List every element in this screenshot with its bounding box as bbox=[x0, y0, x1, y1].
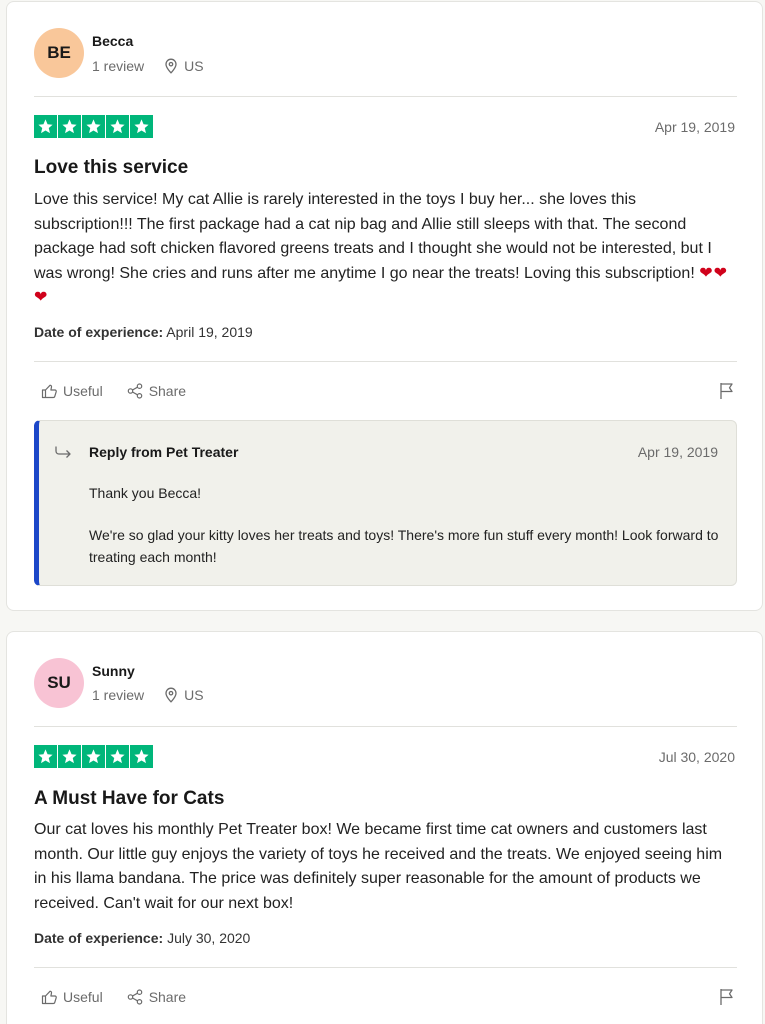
reviewer-location: US bbox=[184, 687, 204, 703]
reply-date: Apr 19, 2019 bbox=[637, 444, 718, 460]
divider bbox=[34, 967, 737, 968]
reviewer-meta: 1 review US bbox=[92, 687, 204, 703]
date-of-experience: Date of experience: July 30, 2020 bbox=[34, 930, 251, 946]
star-icon bbox=[130, 745, 153, 768]
review-title: A Must Have for Cats bbox=[34, 788, 225, 809]
star-icon bbox=[58, 745, 81, 768]
share-icon bbox=[127, 383, 142, 399]
star-icon bbox=[34, 115, 57, 138]
star-icon bbox=[58, 115, 81, 138]
reviewer-name[interactable]: Becca bbox=[92, 33, 133, 49]
reviewer-meta: 1 review US bbox=[92, 58, 204, 74]
divider bbox=[34, 726, 737, 727]
map-pin-icon bbox=[165, 58, 177, 74]
star-icon bbox=[82, 115, 105, 138]
reply-greeting: Thank you Becca! bbox=[89, 485, 202, 501]
review-date: Jul 30, 2020 bbox=[658, 749, 735, 765]
review-card: BE Becca 1 review US Apr 19, 2019 Love t… bbox=[6, 1, 763, 611]
date-of-experience: Date of experience: April 19, 2019 bbox=[34, 324, 253, 340]
share-button[interactable]: Share bbox=[127, 383, 186, 399]
review-card: SU Sunny 1 review US Jul 30, 2020 A Must… bbox=[6, 631, 763, 1024]
useful-button[interactable]: Useful bbox=[41, 383, 103, 399]
review-count: 1 review bbox=[92, 58, 145, 74]
reply-message: We're so glad your kitty loves her treat… bbox=[89, 527, 719, 565]
thumbs-up-icon bbox=[41, 384, 57, 399]
review-body: Our cat loves his monthly Pet Treater bo… bbox=[34, 821, 723, 912]
reply-author: Reply from Pet Treater bbox=[89, 444, 239, 460]
star-icon bbox=[106, 115, 129, 138]
star-icon bbox=[34, 745, 57, 768]
star-icon bbox=[106, 745, 129, 768]
star-rating bbox=[34, 745, 153, 768]
avatar: SU bbox=[34, 658, 84, 708]
review-body: Love this service! My cat Allie is rarel… bbox=[34, 191, 729, 306]
star-icon bbox=[82, 745, 105, 768]
review-count: 1 review bbox=[92, 687, 145, 703]
star-rating bbox=[34, 115, 153, 138]
map-pin-icon bbox=[165, 687, 177, 703]
divider bbox=[34, 361, 737, 362]
reply-arrow-icon bbox=[55, 446, 71, 458]
flag-icon[interactable] bbox=[719, 382, 735, 400]
company-reply: Reply from Pet Treater Apr 19, 2019 Than… bbox=[34, 420, 737, 586]
avatar: BE bbox=[34, 28, 84, 78]
flag-icon[interactable] bbox=[719, 988, 735, 1006]
thumbs-up-icon bbox=[41, 990, 57, 1005]
reviewer-name[interactable]: Sunny bbox=[92, 663, 135, 679]
review-actions: Useful Share bbox=[41, 383, 210, 399]
star-icon bbox=[130, 115, 153, 138]
share-icon bbox=[127, 989, 142, 1005]
review-date: Apr 19, 2019 bbox=[654, 119, 735, 135]
share-button[interactable]: Share bbox=[127, 989, 186, 1005]
divider bbox=[34, 96, 737, 97]
reviewer-location: US bbox=[184, 58, 204, 74]
review-actions: Useful Share bbox=[41, 989, 210, 1005]
useful-button[interactable]: Useful bbox=[41, 989, 103, 1005]
review-title: Love this service bbox=[34, 157, 189, 178]
